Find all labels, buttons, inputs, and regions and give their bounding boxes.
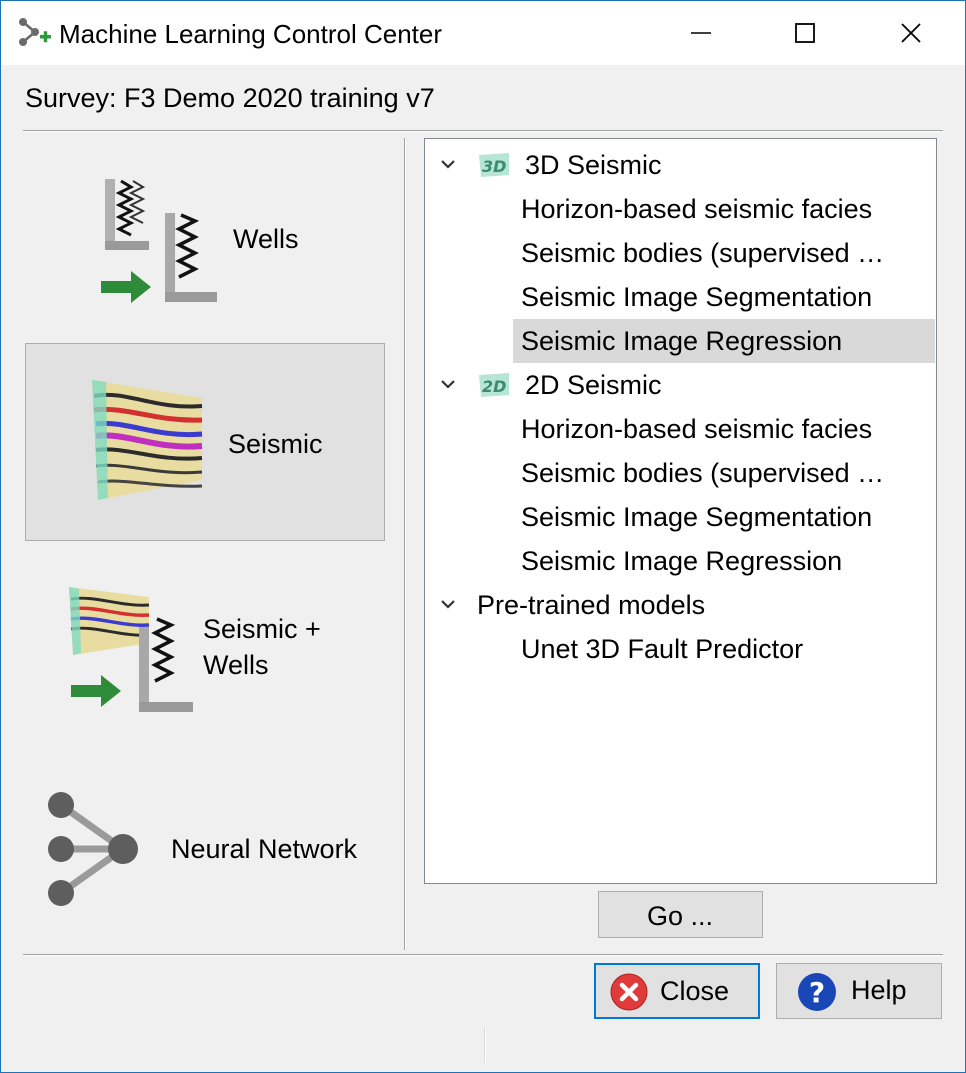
model-tree[interactable]: 3D 3D Seismic Horizon-based seismic faci… [424,138,937,884]
3d-badge-text: 3D [482,157,506,176]
help-button[interactable]: ? Help [776,963,942,1019]
tree-item[interactable]: Seismic Image Regression [425,539,936,583]
tree-item-label: Seismic bodies (supervised … [521,238,885,268]
tree-group-label: 2D Seismic [525,370,662,400]
3d-seismic-icon: 3D [479,153,509,177]
close-button-label: Close [660,976,730,1006]
category-wells[interactable]: Wells [25,161,383,321]
tree-item-label: Unet 3D Fault Predictor [521,634,804,664]
tree-item-label: Seismic Image Segmentation [521,502,873,532]
tree-group-3d-seismic[interactable]: 3D 3D Seismic [425,143,936,187]
tree-item-label: Horizon-based seismic facies [521,414,873,444]
tree-item[interactable]: Seismic Image Segmentation [425,495,936,539]
tree-group-2d-seismic[interactable]: 2D 2D Seismic [425,363,936,407]
header-divider [23,130,943,132]
tree-item-selected[interactable]: Seismic Image Regression [425,319,936,363]
2d-badge-text: 2D [482,377,506,396]
ml-control-center-window: Machine Learning Control Center Survey: … [0,0,966,1073]
category-seismic-label: Seismic [228,429,323,459]
close-button[interactable]: Close [594,963,760,1019]
tree-item[interactable]: Horizon-based seismic facies [425,407,936,451]
tree-group-pretrained-models[interactable]: Pre-trained models [425,583,936,627]
close-circle-icon [610,973,648,1011]
title-bar[interactable]: Machine Learning Control Center [1,1,965,65]
window-close-button[interactable] [859,1,963,65]
go-button-label: Go ... [647,901,714,931]
panel-divider [404,138,406,950]
svg-text:?: ? [809,976,825,1009]
tree-item[interactable]: Horizon-based seismic facies [425,187,936,231]
chevron-down-icon[interactable] [439,155,457,173]
chevron-down-icon[interactable] [439,595,457,613]
wells-icon [101,179,217,303]
neural-network-icon [48,792,138,906]
category-neural-network[interactable]: Neural Network [25,773,383,933]
footer-divider [23,954,943,956]
seismic-wells-icon [69,587,193,712]
chevron-down-icon[interactable] [439,375,457,393]
tree-item-label: Seismic bodies (supervised … [521,458,885,488]
tree-item[interactable]: Seismic Image Segmentation [425,275,936,319]
minimize-icon [691,32,711,34]
seismic-icon [92,380,203,500]
tree-group-label: 3D Seismic [525,150,662,180]
tree-group-label: Pre-trained models [477,590,706,620]
category-seismic-wells-label-line1: Seismic + [203,614,321,644]
category-seismic-wells[interactable]: Seismic + Wells [25,573,383,723]
tree-item-label: Horizon-based seismic facies [521,194,873,224]
minimize-button[interactable] [649,1,753,65]
close-icon [901,23,921,43]
window-title: Machine Learning Control Center [59,19,442,49]
2d-seismic-icon: 2D [479,373,509,397]
status-divider [484,1027,486,1063]
help-button-label: Help [851,975,907,1005]
tree-item[interactable]: Seismic bodies (supervised … [425,451,936,495]
help-question-icon: ? [798,973,836,1011]
category-seismic[interactable]: Seismic [25,343,385,541]
survey-label: Survey: F3 Demo 2020 training v7 [25,83,435,113]
maximize-button[interactable] [753,1,857,65]
tree-item-label: Seismic Image Regression [521,546,843,576]
tree-item-label: Seismic Image Regression [521,326,843,356]
tree-item[interactable]: Seismic bodies (supervised … [425,231,936,275]
maximize-icon [795,23,815,43]
category-neural-network-label: Neural Network [171,834,358,864]
category-wells-label: Wells [233,224,299,254]
go-button[interactable]: Go ... [598,891,763,938]
category-seismic-wells-label-line2: Wells [203,650,269,680]
app-network-icon [19,18,51,46]
tree-item[interactable]: Unet 3D Fault Predictor [425,627,936,671]
tree-item-label: Seismic Image Segmentation [521,282,873,312]
